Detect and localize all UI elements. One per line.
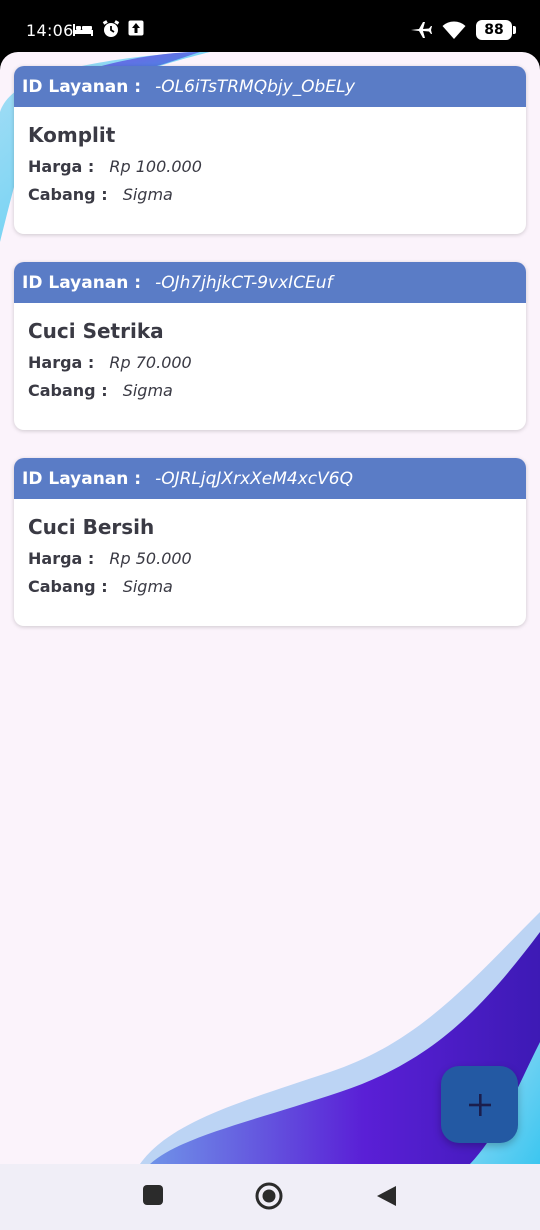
app-content: ID Layanan : -OL6iTsTRMQbjy_ObELy Kompli… <box>0 52 540 1164</box>
service-name: Cuci Setrika <box>28 319 164 343</box>
service-card[interactable]: ID Layanan : -OJh7jhjkCT-9vxICEuf Cuci S… <box>14 262 526 430</box>
branch-label: Cabang : <box>28 381 108 400</box>
service-id-value: -OJRLjqJXrxXeM4xcV6Q <box>155 468 353 489</box>
back-button[interactable] <box>374 1184 398 1212</box>
battery-icon: 88 <box>476 20 516 40</box>
card-header: ID Layanan : -OL6iTsTRMQbjy_ObELy <box>14 66 526 107</box>
service-id-value: -OJh7jhjkCT-9vxICEuf <box>155 272 333 293</box>
card-body: Cuci Setrika Harga : Rp 70.000 Cabang : … <box>14 303 526 425</box>
branch-label: Cabang : <box>28 185 108 204</box>
card-body: Cuci Bersih Harga : Rp 50.000 Cabang : S… <box>14 499 526 621</box>
price-value: Rp 70.000 <box>109 353 192 372</box>
price-label: Harga : <box>28 157 95 176</box>
branch-value: Sigma <box>122 381 173 400</box>
price-value: Rp 100.000 <box>109 157 202 176</box>
service-card[interactable]: ID Layanan : -OJRLjqJXrxXeM4xcV6Q Cuci B… <box>14 458 526 626</box>
service-name: Cuci Bersih <box>28 515 155 539</box>
add-service-button[interactable] <box>441 1066 518 1143</box>
status-left-icons <box>72 20 144 38</box>
recents-button[interactable] <box>142 1184 164 1210</box>
price-row: Harga : Rp 50.000 <box>28 549 512 568</box>
branch-row: Cabang : Sigma <box>28 577 512 596</box>
price-label: Harga : <box>28 549 95 568</box>
airplane-icon <box>411 22 432 38</box>
service-card[interactable]: ID Layanan : -OL6iTsTRMQbjy_ObELy Kompli… <box>14 66 526 234</box>
branch-row: Cabang : Sigma <box>28 185 512 204</box>
home-circle-icon <box>255 1182 283 1210</box>
service-id-label: ID Layanan : <box>22 468 142 489</box>
battery-level: 88 <box>484 22 504 38</box>
bed-icon <box>73 24 93 36</box>
branch-value: Sigma <box>122 185 173 204</box>
recents-square-icon <box>143 1185 163 1205</box>
service-id-label: ID Layanan : <box>22 76 142 97</box>
price-value: Rp 50.000 <box>109 549 192 568</box>
wifi-icon <box>442 21 466 39</box>
branch-row: Cabang : Sigma <box>28 381 512 400</box>
status-right-icons: 88 <box>410 20 516 40</box>
card-header: ID Layanan : -OJRLjqJXrxXeM4xcV6Q <box>14 458 526 499</box>
card-header: ID Layanan : -OJh7jhjkCT-9vxICEuf <box>14 262 526 303</box>
branch-value: Sigma <box>122 577 173 596</box>
price-row: Harga : Rp 70.000 <box>28 353 512 372</box>
system-nav-bar <box>0 1164 540 1230</box>
home-button[interactable] <box>255 1182 283 1214</box>
service-id-value: -OL6iTsTRMQbjy_ObELy <box>155 76 356 97</box>
price-row: Harga : Rp 100.000 <box>28 157 512 176</box>
alarm-icon <box>102 20 120 37</box>
upload-icon <box>128 20 144 36</box>
card-body: Komplit Harga : Rp 100.000 Cabang : Sigm… <box>14 107 526 229</box>
service-id-label: ID Layanan : <box>22 272 142 293</box>
plus-icon <box>468 1093 491 1116</box>
back-triangle-icon <box>377 1186 396 1206</box>
price-label: Harga : <box>28 353 95 372</box>
branch-label: Cabang : <box>28 577 108 596</box>
service-name: Komplit <box>28 123 116 147</box>
status-time: 14:06 <box>26 21 74 40</box>
